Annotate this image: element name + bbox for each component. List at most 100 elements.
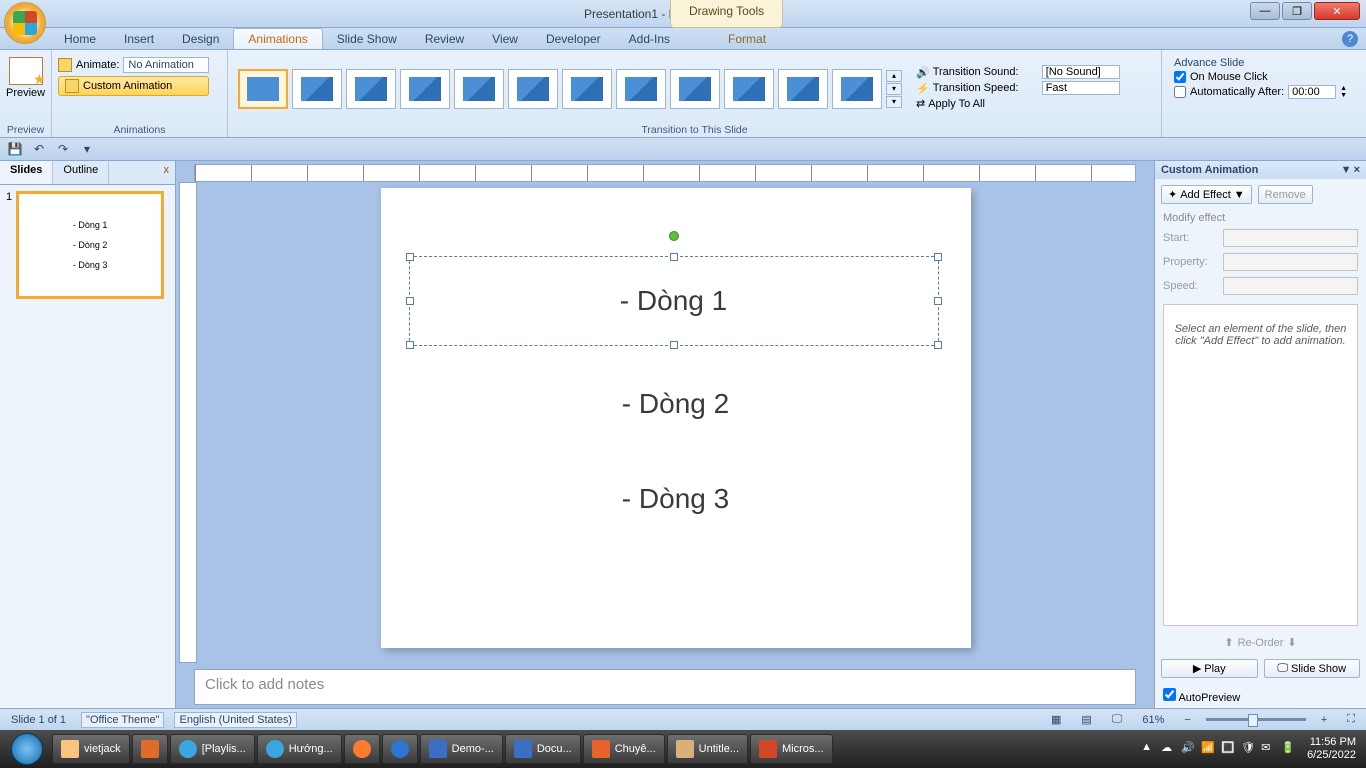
gallery-more[interactable]: ▾: [886, 96, 902, 108]
tab-review[interactable]: Review: [411, 29, 478, 49]
transition-item[interactable]: [346, 69, 396, 109]
resize-handle[interactable]: [406, 253, 414, 261]
tab-animations[interactable]: Animations: [233, 28, 322, 49]
taskbar-item[interactable]: vietjack: [52, 734, 130, 764]
resize-handle[interactable]: [670, 341, 678, 349]
tab-slideshow[interactable]: Slide Show: [323, 29, 411, 49]
slide-text-2[interactable]: - Dòng 2: [381, 388, 971, 420]
remove-effect-button[interactable]: Remove: [1258, 185, 1313, 204]
add-effect-button[interactable]: ✦Add Effect▼: [1161, 185, 1252, 204]
transition-item[interactable]: [508, 69, 558, 109]
taskbar-item[interactable]: Hướng...: [257, 734, 342, 764]
gallery-down[interactable]: ▾: [886, 83, 902, 95]
slide-text-1[interactable]: - Dòng 1: [620, 285, 727, 317]
tray-icon[interactable]: 🔳: [1221, 741, 1237, 757]
save-icon[interactable]: 💾: [6, 140, 24, 158]
tab-insert[interactable]: Insert: [110, 29, 168, 49]
view-normal-icon[interactable]: ▦: [1046, 711, 1066, 728]
transition-item[interactable]: [400, 69, 450, 109]
taskbar-item[interactable]: Micros...: [750, 734, 833, 764]
tab-developer[interactable]: Developer: [532, 29, 615, 49]
notes-pane[interactable]: Click to add notes: [194, 669, 1136, 705]
zoom-slider[interactable]: [1206, 718, 1306, 721]
minimize-button[interactable]: —: [1250, 2, 1280, 20]
vertical-ruler[interactable]: [179, 182, 197, 663]
slides-tab[interactable]: Slides: [0, 161, 53, 184]
fit-to-window-icon[interactable]: ⛶: [1342, 711, 1360, 728]
rotate-handle[interactable]: [669, 231, 679, 241]
auto-after-checkbox[interactable]: Automatically After:00:00▲▼: [1174, 85, 1354, 99]
transition-sound-dropdown[interactable]: [No Sound]: [1042, 65, 1120, 79]
zoom-out-icon[interactable]: −: [1179, 712, 1195, 728]
slide-text-3[interactable]: - Dòng 3: [381, 483, 971, 515]
transition-item[interactable]: [670, 69, 720, 109]
transition-item[interactable]: [562, 69, 612, 109]
taskbar-clock[interactable]: 11:56 PM 6/25/2022: [1301, 736, 1362, 762]
tray-icon[interactable]: 🔋: [1281, 741, 1297, 757]
taskbar-item[interactable]: [344, 734, 380, 764]
view-slideshow-icon[interactable]: 🖵: [1107, 711, 1128, 728]
tray-icon[interactable]: ☁: [1161, 741, 1177, 757]
play-button[interactable]: ▶Play: [1161, 659, 1258, 678]
spin-down[interactable]: ▼: [1340, 92, 1347, 99]
start-button[interactable]: [4, 730, 50, 768]
tab-format[interactable]: Format: [714, 29, 780, 49]
status-language[interactable]: English (United States): [174, 712, 297, 728]
resize-handle[interactable]: [406, 341, 414, 349]
on-mouse-click-checkbox[interactable]: On Mouse Click: [1174, 71, 1354, 83]
ca-pane-menu[interactable]: ▼: [1341, 164, 1352, 176]
close-button[interactable]: ✕: [1314, 2, 1360, 20]
taskbar-item[interactable]: [382, 734, 418, 764]
outline-tab[interactable]: Outline: [53, 161, 109, 184]
taskbar-item[interactable]: Chuyê...: [583, 734, 665, 764]
tab-view[interactable]: View: [478, 29, 532, 49]
custom-animation-button[interactable]: Custom Animation: [58, 76, 209, 96]
slide-canvas[interactable]: - Dòng 1 - Dòng 2 - Dòng 3: [381, 188, 971, 648]
gallery-up[interactable]: ▴: [886, 70, 902, 82]
qat-more[interactable]: ▾: [78, 140, 96, 158]
property-dropdown[interactable]: [1223, 253, 1358, 271]
start-dropdown[interactable]: [1223, 229, 1358, 247]
spin-up[interactable]: ▲: [1340, 85, 1347, 92]
transition-item[interactable]: [454, 69, 504, 109]
slide-thumbnail[interactable]: - Dòng 1 - Dòng 2 - Dòng 3: [16, 191, 164, 299]
reorder-up-icon[interactable]: ⬆: [1224, 636, 1233, 649]
resize-handle[interactable]: [934, 253, 942, 261]
transition-speed-dropdown[interactable]: Fast: [1042, 81, 1120, 95]
maximize-button[interactable]: ❐: [1282, 2, 1312, 20]
slideshow-button[interactable]: 🖵Slide Show: [1264, 659, 1361, 678]
resize-handle[interactable]: [934, 297, 942, 305]
reorder-down-icon[interactable]: ⬇: [1287, 636, 1296, 649]
transition-item[interactable]: [724, 69, 774, 109]
resize-handle[interactable]: [934, 341, 942, 349]
speed-dropdown[interactable]: [1223, 277, 1358, 295]
transition-item[interactable]: [778, 69, 828, 109]
status-theme[interactable]: "Office Theme": [81, 712, 164, 728]
help-icon[interactable]: ?: [1342, 31, 1358, 47]
apply-to-all-button[interactable]: Apply To All: [928, 98, 985, 110]
tray-icon[interactable]: 🛡: [1241, 741, 1257, 757]
autopreview-checkbox[interactable]: AutoPreview: [1155, 684, 1366, 708]
resize-handle[interactable]: [406, 297, 414, 305]
preview-icon[interactable]: [9, 57, 43, 85]
office-button[interactable]: [4, 2, 46, 44]
transition-item[interactable]: [616, 69, 666, 109]
zoom-value[interactable]: 61%: [1137, 712, 1169, 728]
auto-after-time[interactable]: 00:00: [1288, 85, 1336, 99]
taskbar-item[interactable]: Demo-...: [420, 734, 503, 764]
tray-icon[interactable]: ✉: [1261, 741, 1277, 757]
taskbar-item[interactable]: [132, 734, 168, 764]
tray-icon[interactable]: 🔊: [1181, 741, 1197, 757]
tab-home[interactable]: Home: [50, 29, 110, 49]
transition-item[interactable]: [292, 69, 342, 109]
ca-pane-close-icon[interactable]: ×: [1354, 164, 1360, 176]
tab-addins[interactable]: Add-Ins: [615, 29, 684, 49]
panel-close-icon[interactable]: x: [158, 161, 176, 184]
zoom-in-icon[interactable]: +: [1316, 712, 1332, 728]
taskbar-item[interactable]: [Playlis...: [170, 734, 255, 764]
selected-text-frame[interactable]: - Dòng 1: [409, 256, 939, 346]
animate-dropdown[interactable]: No Animation: [123, 57, 209, 73]
tray-icon[interactable]: 📶: [1201, 741, 1217, 757]
transition-none[interactable]: [238, 69, 288, 109]
tab-design[interactable]: Design: [168, 29, 233, 49]
